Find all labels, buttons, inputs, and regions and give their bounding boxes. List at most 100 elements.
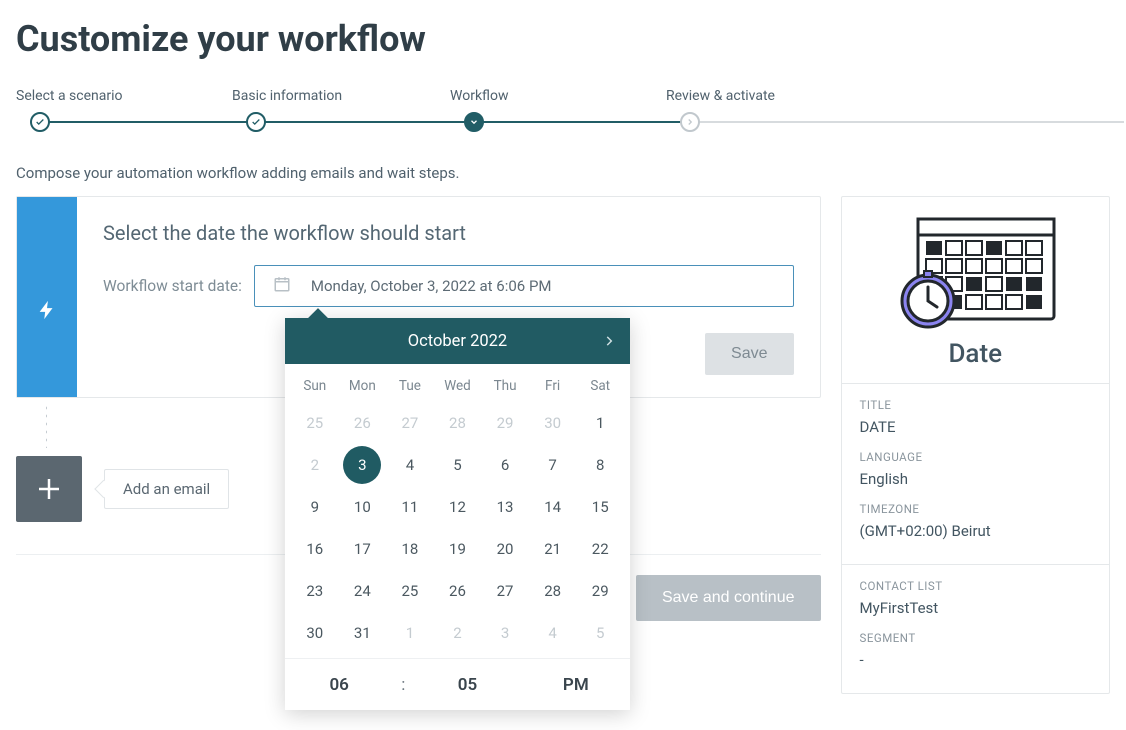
meta-seg-label: SEGMENT	[860, 631, 1092, 645]
step-dot-4[interactable]	[680, 112, 700, 132]
calendar-day[interactable]: 18	[386, 528, 434, 570]
start-date-input[interactable]: Monday, October 3, 2022 at 6:06 PM	[254, 265, 794, 307]
summary-panel: Date TITLE DATE LANGUAGE English TIMEZON…	[841, 196, 1111, 694]
save-button[interactable]: Save	[705, 333, 793, 375]
meta-seg-value: -	[860, 651, 1092, 669]
start-date-value: Monday, October 3, 2022 at 6:06 PM	[311, 277, 552, 295]
calendar-day[interactable]: 15	[576, 486, 624, 528]
calendar-day[interactable]: 2	[434, 612, 482, 654]
next-month-button[interactable]	[602, 318, 616, 364]
calendar-day[interactable]: 30	[529, 402, 577, 444]
calendar-day[interactable]: 8	[576, 444, 624, 486]
calendar-day[interactable]: 1	[576, 402, 624, 444]
save-continue-button[interactable]: Save and continue	[636, 575, 821, 621]
date-picker-grid: SunMonTueWedThuFriSat2526272829301234567…	[285, 364, 630, 658]
stepper: Select a scenario Basic information Work…	[0, 70, 1126, 164]
check-icon	[35, 117, 45, 127]
add-step-button[interactable]	[16, 456, 82, 522]
step-label-4: Review & activate	[666, 88, 775, 104]
connector-line	[45, 404, 47, 448]
trigger-icon-bar	[17, 197, 77, 397]
calendar-day[interactable]: 25	[291, 402, 339, 444]
calendar-day[interactable]: 28	[434, 402, 482, 444]
calendar-day[interactable]: 28	[529, 570, 577, 612]
date-illustration	[842, 197, 1110, 339]
progress-line-pending	[684, 121, 1124, 123]
day-of-week-header: Thu	[481, 370, 529, 402]
meta-list-value: MyFirstTest	[860, 599, 1092, 617]
step-dot-3[interactable]	[464, 112, 484, 132]
time-colon: :	[393, 675, 413, 695]
subtitle: Compose your automation workflow adding …	[0, 164, 1126, 196]
summary-title: Date	[842, 339, 1110, 384]
day-of-week-header: Wed	[434, 370, 482, 402]
meta-tz-value: (GMT+02:00) Beirut	[860, 522, 1092, 540]
day-of-week-header: Sun	[291, 370, 339, 402]
step-dot-2[interactable]	[246, 112, 266, 132]
calendar-day[interactable]: 27	[481, 570, 529, 612]
add-email-bubble[interactable]: Add an email	[104, 469, 229, 509]
calendar-day[interactable]: 1	[386, 612, 434, 654]
calendar-day[interactable]: 9	[291, 486, 339, 528]
meta-tz-label: TIMEZONE	[860, 502, 1092, 516]
calendar-day[interactable]: 6	[481, 444, 529, 486]
calendar-day[interactable]: 10	[339, 486, 387, 528]
calendar-day[interactable]: 3	[481, 612, 529, 654]
chevron-right-icon	[602, 334, 616, 348]
lightning-icon	[36, 223, 58, 397]
calendar-day[interactable]: 19	[434, 528, 482, 570]
plus-icon	[34, 474, 64, 504]
calendar-day[interactable]: 24	[339, 570, 387, 612]
calendar-day[interactable]: 14	[529, 486, 577, 528]
calendar-day[interactable]: 26	[339, 402, 387, 444]
calendar-day[interactable]: 26	[434, 570, 482, 612]
time-minute[interactable]: 05	[413, 675, 521, 695]
meta-lang-value: English	[860, 470, 1092, 488]
calendar-day[interactable]: 22	[576, 528, 624, 570]
calendar-day[interactable]: 5	[576, 612, 624, 654]
step-label-3: Workflow	[450, 88, 666, 104]
calendar-day[interactable]: 20	[481, 528, 529, 570]
day-of-week-header: Tue	[386, 370, 434, 402]
meta-lang-label: LANGUAGE	[860, 450, 1092, 464]
calendar-day[interactable]: 7	[529, 444, 577, 486]
trigger-heading: Select the date the workflow should star…	[103, 221, 794, 245]
date-picker-header: October 2022	[285, 318, 630, 364]
page-title: Customize your workflow	[0, 0, 1126, 70]
calendar-icon	[273, 275, 291, 297]
calendar-day[interactable]: 25	[386, 570, 434, 612]
calendar-day[interactable]: 11	[386, 486, 434, 528]
progress-line-done	[32, 121, 684, 123]
chevron-down-icon	[469, 117, 479, 127]
calendar-day[interactable]: 3	[339, 444, 387, 486]
calendar-day[interactable]: 29	[576, 570, 624, 612]
date-picker: October 2022 SunMonTueWedThuFriSat252627…	[285, 318, 630, 710]
calendar-day[interactable]: 2	[291, 444, 339, 486]
calendar-day[interactable]: 5	[434, 444, 482, 486]
calendar-day[interactable]: 27	[386, 402, 434, 444]
calendar-day[interactable]: 13	[481, 486, 529, 528]
time-ampm[interactable]: PM	[522, 675, 630, 695]
start-date-label: Workflow start date:	[103, 277, 242, 295]
check-icon	[251, 117, 261, 127]
calendar-day[interactable]: 16	[291, 528, 339, 570]
calendar-day[interactable]: 12	[434, 486, 482, 528]
meta-list-label: CONTACT LIST	[860, 579, 1092, 593]
calendar-day[interactable]: 30	[291, 612, 339, 654]
meta-title-value: DATE	[860, 418, 1092, 436]
calendar-day[interactable]: 21	[529, 528, 577, 570]
chevron-right-icon	[685, 117, 695, 127]
calendar-day[interactable]: 29	[481, 402, 529, 444]
calendar-day[interactable]: 23	[291, 570, 339, 612]
day-of-week-header: Sat	[576, 370, 624, 402]
calendar-day[interactable]: 17	[339, 528, 387, 570]
calendar-day[interactable]: 4	[529, 612, 577, 654]
calendar-day[interactable]: 4	[386, 444, 434, 486]
day-of-week-header: Mon	[339, 370, 387, 402]
step-label-1: Select a scenario	[16, 88, 232, 104]
date-picker-month: October 2022	[408, 332, 507, 351]
calendar-day[interactable]: 31	[339, 612, 387, 654]
step-dot-1[interactable]	[30, 112, 50, 132]
step-label-2: Basic information	[232, 88, 450, 104]
time-hour[interactable]: 06	[285, 675, 393, 695]
